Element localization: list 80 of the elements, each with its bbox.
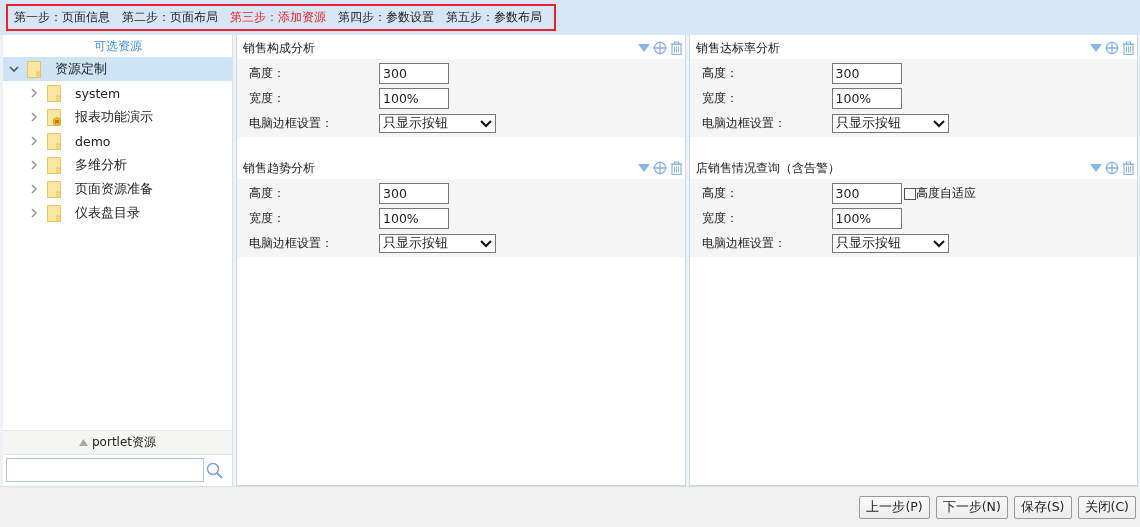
folder-icon [47, 132, 61, 150]
portlet-title: 店销售情况查询（含告警） [695, 159, 841, 177]
triangle-down-icon[interactable] [1090, 163, 1102, 173]
select-field[interactable]: 只显示按钮 [379, 234, 496, 253]
search-field[interactable] [6, 458, 204, 482]
input-field[interactable]: 100% [379, 208, 449, 229]
step-button[interactable]: 上一步(P) [859, 495, 930, 519]
tree-item[interactable]: 页面资源准备 [3, 177, 232, 201]
select-field[interactable]: 只显示按钮 [379, 114, 496, 133]
field-label: 高度： [701, 185, 739, 202]
tree-item[interactable]: 报表功能演示 [3, 105, 232, 129]
crosshair-icon[interactable] [1105, 41, 1119, 55]
triangle-down-icon[interactable] [1090, 43, 1102, 53]
trash-icon[interactable] [1122, 41, 1135, 55]
field-label: 宽度： [701, 210, 739, 227]
triangle-up-icon [79, 439, 88, 446]
field-label: 高度： [701, 65, 739, 82]
field-label: 电脑边框设置： [249, 235, 334, 252]
input-field[interactable]: 300 [379, 63, 449, 84]
field-label: 宽度： [701, 90, 739, 107]
select-field[interactable]: 只显示按钮 [831, 234, 949, 253]
field-label: 电脑边框设置： [701, 115, 787, 132]
crosshair-icon[interactable] [652, 41, 667, 55]
search-icon [206, 461, 223, 479]
crosshair-icon[interactable] [652, 161, 667, 175]
field-label: 宽度： [249, 210, 286, 227]
step-link[interactable]: 第五步：参数布局 [446, 8, 542, 26]
checkbox[interactable] [903, 187, 916, 200]
tree-item[interactable]: 多维分析 [3, 153, 232, 177]
chevron-right-icon[interactable] [29, 136, 39, 146]
tree-item[interactable]: system [3, 81, 232, 105]
folder-badge-icon [47, 108, 61, 126]
field-label: 高度： [249, 185, 286, 202]
field-label: 高度： [249, 65, 286, 82]
input-field[interactable]: 100% [831, 88, 902, 109]
step-button[interactable]: 保存(S) [1013, 495, 1072, 519]
input-field[interactable]: 300 [379, 183, 449, 204]
section-title: portlet资源 [92, 434, 156, 451]
folder-icon [47, 84, 61, 102]
chevron-down-icon [480, 239, 492, 248]
tree-item[interactable]: 资源定制 [3, 57, 232, 81]
input-field[interactable]: 100% [379, 88, 449, 109]
folder-icon [47, 156, 61, 174]
chevron-right-icon[interactable] [29, 184, 39, 194]
chevron-down-icon[interactable] [9, 64, 19, 74]
step-button[interactable]: 下一步(N) [935, 495, 1008, 519]
trash-icon[interactable] [669, 41, 683, 55]
chevron-down-icon [480, 119, 492, 128]
input-field[interactable]: 300 [831, 63, 902, 84]
chevron-right-icon[interactable] [29, 208, 39, 218]
portlet-title: 销售趋势分析 [243, 159, 316, 177]
trash-icon[interactable] [1122, 161, 1135, 175]
trash-icon[interactable] [669, 161, 683, 175]
section-header[interactable]: portlet资源 [3, 430, 232, 455]
field-label: 电脑边框设置： [701, 235, 787, 252]
checkbox-label: 高度自适应 [915, 185, 976, 202]
input-field[interactable]: 100% [831, 208, 902, 229]
folder-icon [47, 180, 61, 198]
triangle-down-icon[interactable] [637, 163, 650, 173]
folder-icon [47, 204, 61, 222]
field-label: 宽度： [249, 90, 286, 107]
step-link[interactable]: 第二步：页面布局 [122, 8, 218, 26]
chevron-right-icon[interactable] [29, 88, 39, 98]
chevron-down-icon [932, 239, 945, 248]
portlet-title: 销售达标率分析 [695, 39, 781, 57]
chevron-down-icon [932, 119, 945, 128]
folder-icon [27, 60, 41, 78]
crosshair-icon[interactable] [1105, 161, 1119, 175]
step-button[interactable]: 关闭(C) [1077, 495, 1136, 519]
chevron-right-icon[interactable] [29, 160, 39, 170]
input-field[interactable]: 300 [831, 183, 902, 204]
step-link[interactable]: 第四步：参数设置 [338, 8, 434, 26]
select-field[interactable]: 只显示按钮 [831, 114, 949, 133]
tree-item[interactable]: 仪表盘目录 [3, 201, 232, 225]
tree-item[interactable]: demo [3, 129, 232, 153]
field-label: 电脑边框设置： [249, 115, 334, 132]
chevron-right-icon[interactable] [29, 112, 39, 122]
portlet-title: 销售构成分析 [243, 39, 316, 57]
step-link[interactable]: 第一步：页面信息 [14, 8, 110, 26]
triangle-down-icon[interactable] [637, 43, 650, 53]
